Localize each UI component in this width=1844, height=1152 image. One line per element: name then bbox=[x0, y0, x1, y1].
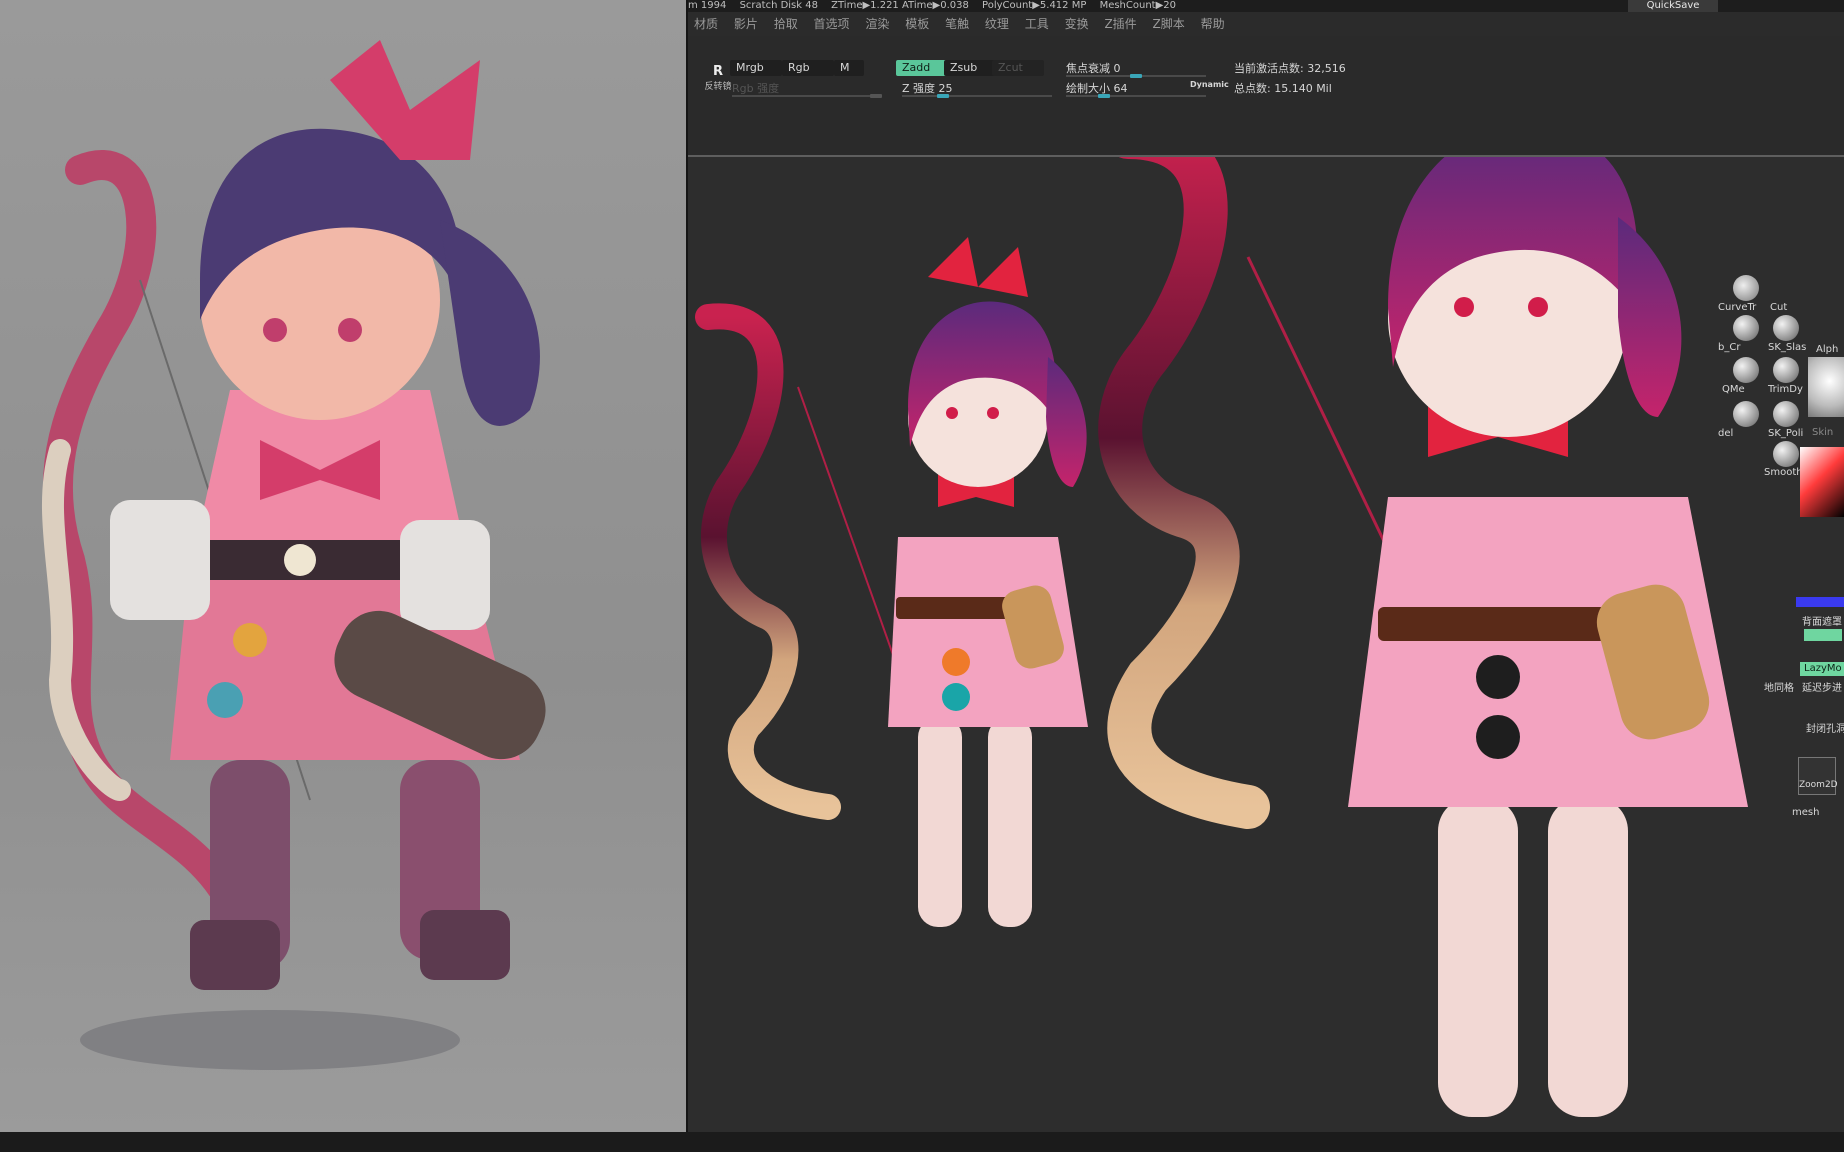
sk-slash-brush-label: SK_Slas bbox=[1768, 342, 1807, 353]
small-character-model bbox=[695, 237, 1088, 927]
large-character-model bbox=[1098, 157, 1748, 1117]
draw-size-slider[interactable] bbox=[1066, 94, 1206, 98]
menu-item-zplugin[interactable]: Z插件 bbox=[1104, 12, 1136, 36]
close-holes-label: 封闭孔洞 bbox=[1806, 724, 1844, 735]
total-points-readout: 总点数: 15.140 Mil bbox=[1234, 82, 1332, 95]
move-brush-icon[interactable] bbox=[1733, 401, 1759, 427]
menu-item-stroke[interactable]: 笔触 bbox=[945, 12, 969, 36]
menu-item-picker[interactable]: 拾取 bbox=[774, 12, 798, 36]
sk-polish-brush-label: SK_Poli bbox=[1768, 428, 1804, 439]
active-points-readout: 当前激活点数: 32,516 bbox=[1234, 62, 1346, 75]
zadd-button[interactable]: Zadd bbox=[896, 60, 948, 76]
lazystep-label: 延迟步进 bbox=[1802, 683, 1842, 694]
z-strength-thumb[interactable] bbox=[937, 94, 949, 98]
menu-item-zscript[interactable]: Z脚本 bbox=[1153, 12, 1185, 36]
rotate-mirror-label: 反转镜 bbox=[704, 82, 732, 92]
backface-mask-toggle[interactable] bbox=[1804, 629, 1842, 641]
lazymouse-button[interactable]: LazyMo bbox=[1800, 662, 1844, 676]
zoom2d-label: Zoom2D bbox=[1799, 780, 1838, 790]
zoom2d-button[interactable]: Zoom2D bbox=[1798, 757, 1838, 795]
reference-painting-panel bbox=[0, 0, 686, 1132]
menu-item-help[interactable]: 帮助 bbox=[1201, 12, 1225, 36]
alpha-label: Alph bbox=[1816, 344, 1839, 355]
concept-art-image bbox=[41, 40, 546, 1070]
draw-size-value: 64 bbox=[1113, 82, 1128, 95]
menu-item-preferences[interactable]: 首选项 bbox=[814, 12, 850, 36]
mrgb-button[interactable]: Mrgb bbox=[730, 60, 782, 76]
3d-viewport[interactable]: CurveTr Cut b_Cr SK_Slas QMe TrimDy del … bbox=[688, 157, 1844, 1132]
status-mem: m 1994 bbox=[688, 0, 727, 11]
color-picker[interactable] bbox=[1800, 447, 1844, 517]
mesh-label: mesh bbox=[1792, 807, 1820, 818]
rgb-button[interactable]: Rgb bbox=[782, 60, 834, 76]
backface-mask-label: 背面遮罩 bbox=[1802, 617, 1842, 628]
focal-shift-thumb[interactable] bbox=[1130, 74, 1142, 78]
menu-item-tool[interactable]: 工具 bbox=[1025, 12, 1049, 36]
focal-shift-label: 焦点衰减 0 bbox=[1066, 62, 1121, 75]
curvetrim-brush-icon[interactable] bbox=[1733, 275, 1759, 301]
clay-brush-label: b_Cr bbox=[1718, 342, 1741, 353]
focal-shift-slider[interactable] bbox=[1066, 74, 1206, 78]
material-preview[interactable] bbox=[1808, 357, 1844, 417]
zcut-button[interactable]: Zcut bbox=[992, 60, 1044, 76]
ground-grid-label: 地同格 bbox=[1764, 683, 1794, 694]
smooth-brush-label: Smooth bbox=[1764, 467, 1803, 478]
menu-item-texture[interactable]: 纹理 bbox=[985, 12, 1009, 36]
qmesh-brush-icon[interactable] bbox=[1733, 357, 1759, 383]
color-swatch-bar[interactable] bbox=[1796, 597, 1844, 607]
bottom-strip bbox=[0, 1132, 1844, 1152]
trimdynamic-brush-icon[interactable] bbox=[1773, 357, 1799, 383]
rgb-strength-label: Rgb 强度 bbox=[732, 82, 780, 95]
menu-item-transform[interactable]: 变换 bbox=[1065, 12, 1089, 36]
draw-size-label: 绘制大小 64 bbox=[1066, 82, 1128, 95]
smooth-brush-icon[interactable] bbox=[1773, 441, 1799, 467]
menu-item-material[interactable]: 材质 bbox=[694, 12, 718, 36]
clay-brush-icon[interactable] bbox=[1733, 315, 1759, 341]
draw-size-thumb[interactable] bbox=[1098, 94, 1110, 98]
menu-item-movie[interactable]: 影片 bbox=[734, 12, 758, 36]
brush-toolbar: R 反转镜 Mrgb Rgb M Rgb 强度 Zadd Zsub Zcut Z… bbox=[688, 36, 1844, 156]
z-strength-slider[interactable] bbox=[902, 94, 1052, 98]
status-scratch-disk: Scratch Disk 48 bbox=[739, 0, 818, 11]
rgb-strength-slider[interactable] bbox=[732, 94, 882, 98]
zsub-button[interactable]: Zsub bbox=[944, 60, 996, 76]
focal-shift-value: 0 bbox=[1113, 62, 1121, 75]
menu-item-stencil[interactable]: 模板 bbox=[905, 12, 929, 36]
sculpt-models bbox=[695, 157, 1748, 1117]
qmesh-brush-label: QMe bbox=[1722, 384, 1745, 395]
dynamic-button[interactable]: Dynamic bbox=[1190, 80, 1229, 89]
menu-item-render[interactable]: 渲染 bbox=[865, 12, 889, 36]
move-brush-label: del bbox=[1718, 428, 1734, 439]
status-ztime: ZTime▶1.221 ATime▶0.038 bbox=[831, 0, 969, 11]
menu-bar: 材质 影片 拾取 首选项 渲染 模板 笔触 纹理 工具 变换 Z插件 Z脚本 帮… bbox=[688, 12, 1844, 36]
status-meshcount: MeshCount▶20 bbox=[1099, 0, 1177, 11]
trimdynamic-brush-label: TrimDy bbox=[1768, 384, 1803, 395]
skin-material-label: Skin bbox=[1812, 427, 1834, 438]
status-polycount: PolyCount▶5.412 MP bbox=[982, 0, 1087, 11]
sk-slash-brush-icon[interactable] bbox=[1773, 315, 1799, 341]
m-button[interactable]: M bbox=[834, 60, 864, 76]
curvetrim-brush-label: CurveTr bbox=[1718, 302, 1757, 313]
cut-brush-label: Cut bbox=[1770, 302, 1788, 313]
sk-polish-brush-icon[interactable] bbox=[1773, 401, 1799, 427]
quicksave-button[interactable]: QuickSave bbox=[1628, 0, 1718, 12]
